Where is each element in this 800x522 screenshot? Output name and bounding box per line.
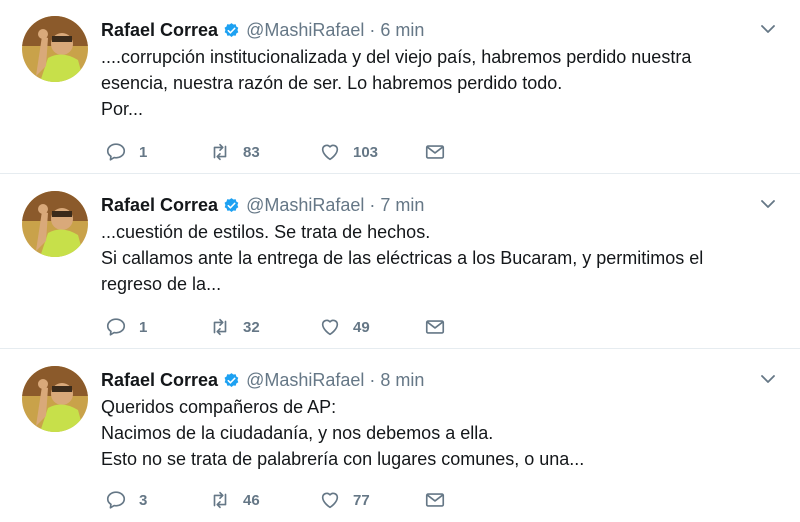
reply-icon xyxy=(106,491,126,509)
reply-button[interactable]: 1 xyxy=(105,314,209,340)
tweet-text-line: esencia, nuestra razón de ser. Lo habrem… xyxy=(101,73,563,93)
reply-icon xyxy=(106,318,126,336)
tweet-timestamp[interactable]: 7 min xyxy=(380,195,424,216)
tweet-text: ...cuestión de estilos. Se trata de hech… xyxy=(101,219,761,297)
tweet-header: Rafael Correa @MashiRafael · 8 min xyxy=(101,367,424,393)
tweet-text-line: regreso de la... xyxy=(101,274,222,294)
verified-badge-icon xyxy=(223,372,240,389)
separator-dot: · xyxy=(369,194,376,215)
tweet[interactable]: Rafael Correa @MashiRafael · 8 min Queri… xyxy=(0,350,800,522)
reply-button[interactable]: 1 xyxy=(105,139,209,165)
tweet-timeline: Rafael Correa @MashiRafael · 6 min ....c… xyxy=(0,0,800,522)
retweet-button[interactable]: 32 xyxy=(209,314,319,340)
user-name[interactable]: Rafael Correa xyxy=(101,195,218,216)
chevron-down-icon[interactable] xyxy=(760,21,776,37)
avatar[interactable] xyxy=(22,366,88,432)
tweet-actions: 1 32 49 xyxy=(105,314,446,340)
heart-icon xyxy=(321,492,339,509)
direct-message-button[interactable] xyxy=(424,314,446,340)
verified-badge-icon xyxy=(223,22,240,39)
direct-message-button[interactable] xyxy=(424,487,446,513)
reply-count: 1 xyxy=(139,318,148,336)
user-handle[interactable]: @MashiRafael xyxy=(246,195,364,216)
tweet-header: Rafael Correa @MashiRafael · 7 min xyxy=(101,192,424,218)
tweet-text-line: Queridos compañeros de AP: xyxy=(101,397,337,417)
tweet[interactable]: Rafael Correa @MashiRafael · 6 min ....c… xyxy=(0,0,800,174)
verified-badge-icon xyxy=(223,197,240,214)
tweet-timestamp[interactable]: 8 min xyxy=(380,370,424,391)
retweet-count: 83 xyxy=(243,143,260,161)
reply-icon xyxy=(106,143,126,161)
like-count: 77 xyxy=(353,491,370,509)
user-handle[interactable]: @MashiRafael xyxy=(246,20,364,41)
retweet-icon xyxy=(213,491,227,509)
tweet-timestamp[interactable]: 6 min xyxy=(380,20,424,41)
reply-count: 1 xyxy=(139,143,148,161)
separator-dot: · xyxy=(369,19,376,40)
tweet-text-line: Por... xyxy=(101,99,144,119)
tweet-text-line: Nacimos de la ciudadanía, y nos debemos … xyxy=(101,423,494,443)
retweet-icon xyxy=(213,143,227,161)
user-handle[interactable]: @MashiRafael xyxy=(246,370,364,391)
reply-count: 3 xyxy=(139,491,148,509)
envelope-icon xyxy=(425,320,445,334)
user-name[interactable]: Rafael Correa xyxy=(101,20,218,41)
direct-message-button[interactable] xyxy=(424,139,446,165)
separator-dot: · xyxy=(369,369,376,390)
like-count: 49 xyxy=(353,318,370,336)
avatar[interactable] xyxy=(22,16,88,82)
tweet-text: Queridos compañeros de AP: Nacimos de la… xyxy=(101,394,761,472)
retweet-icon xyxy=(213,318,227,336)
tweet-text-line: ...cuestión de estilos. Se trata de hech… xyxy=(101,222,431,242)
envelope-icon xyxy=(425,145,445,159)
tweet[interactable]: Rafael Correa @MashiRafael · 7 min ...cu… xyxy=(0,175,800,349)
envelope-icon xyxy=(425,493,445,507)
avatar[interactable] xyxy=(22,191,88,257)
retweet-count: 32 xyxy=(243,318,260,336)
reply-button[interactable]: 3 xyxy=(105,487,209,513)
tweet-actions: 1 83 103 xyxy=(105,139,446,165)
like-count: 103 xyxy=(353,143,379,161)
tweet-header: Rafael Correa @MashiRafael · 6 min xyxy=(101,17,424,43)
like-button[interactable]: 49 xyxy=(319,314,424,340)
chevron-down-icon[interactable] xyxy=(760,371,776,387)
tweet-text-line: Esto no se trata de palabrería con lugar… xyxy=(101,449,585,469)
retweet-button[interactable]: 83 xyxy=(209,139,319,165)
heart-icon xyxy=(321,144,339,161)
tweet-text: ....corrupción institucionalizada y del … xyxy=(101,44,761,122)
tweet-actions: 3 46 77 xyxy=(105,487,446,513)
tweet-text-line: ....corrupción institucionalizada y del … xyxy=(101,47,692,67)
retweet-count: 46 xyxy=(243,491,260,509)
user-name[interactable]: Rafael Correa xyxy=(101,370,218,391)
heart-icon xyxy=(321,319,339,336)
like-button[interactable]: 77 xyxy=(319,487,424,513)
retweet-button[interactable]: 46 xyxy=(209,487,319,513)
chevron-down-icon[interactable] xyxy=(760,196,776,212)
tweet-text-line: Si callamos ante la entrega de las eléct… xyxy=(101,248,704,268)
like-button[interactable]: 103 xyxy=(319,139,424,165)
